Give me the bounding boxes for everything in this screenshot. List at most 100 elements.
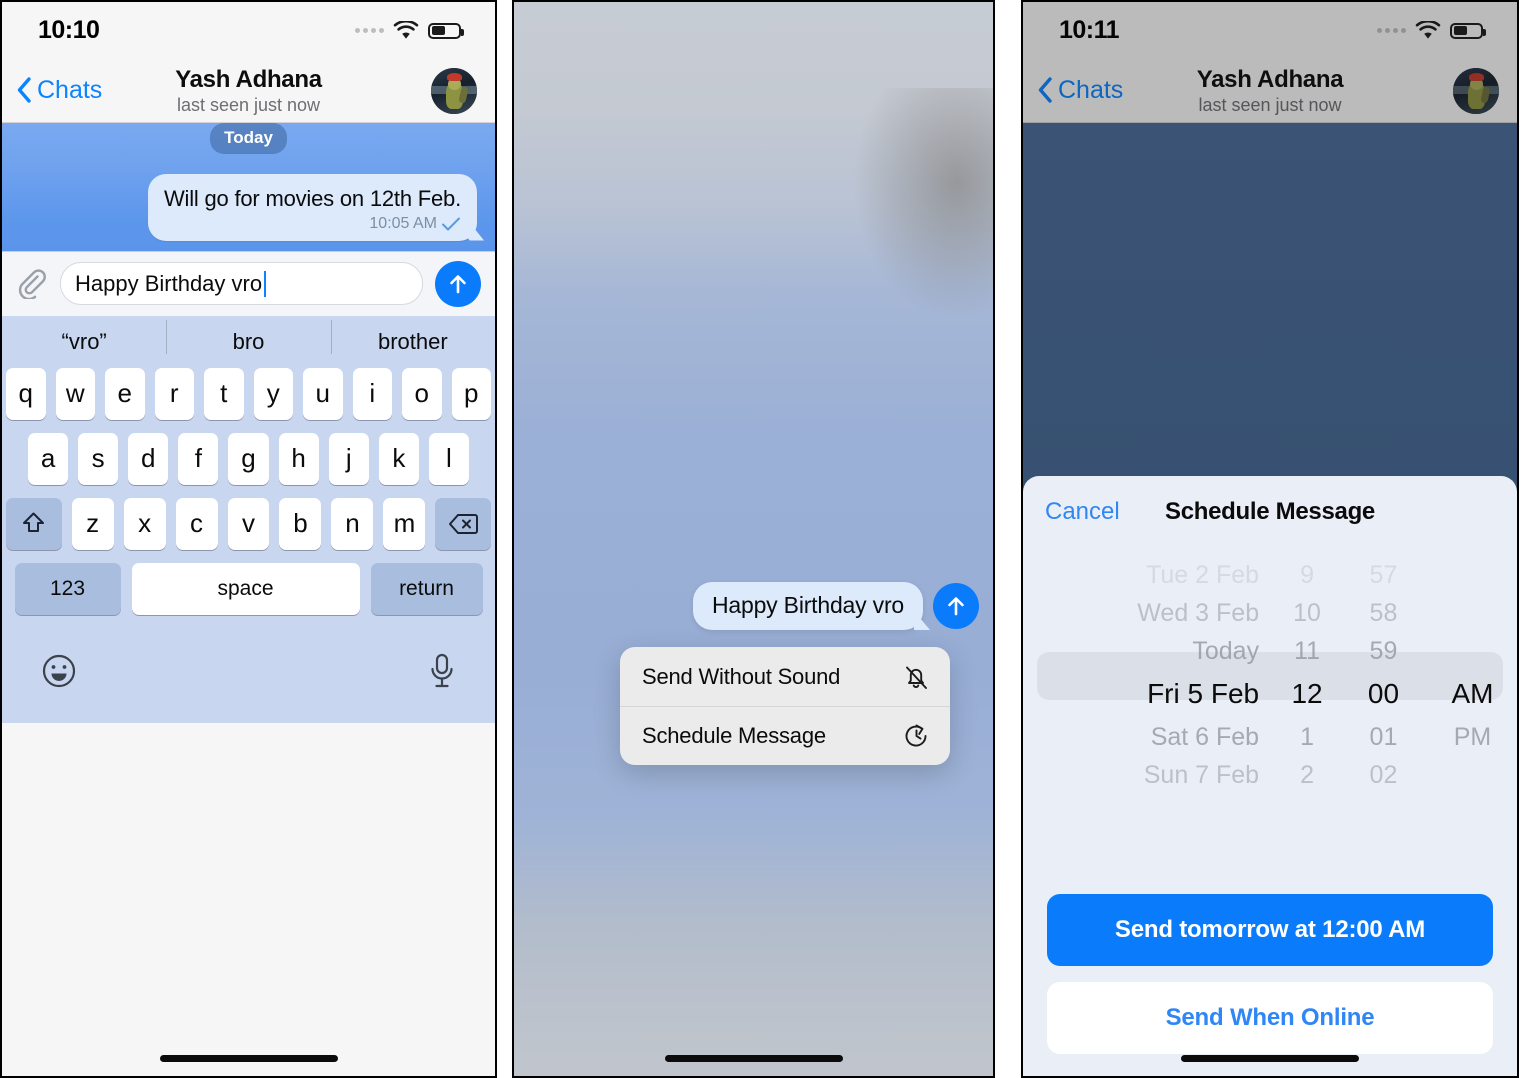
status-bar: 10:11 [1023, 2, 1517, 59]
shift-key[interactable] [5, 497, 62, 550]
key-z[interactable]: z [71, 497, 114, 550]
backspace-key[interactable] [435, 497, 492, 550]
compose-preview-bubble: Happy Birthday vro [693, 582, 923, 630]
picker-row[interactable]: Tue 2 Feb 9 57 [1023, 556, 1517, 594]
wifi-icon [1415, 21, 1441, 39]
dictation-button[interactable] [427, 652, 457, 695]
key-w[interactable]: w [55, 367, 95, 420]
outgoing-message-bubble[interactable]: Will go for movies on 12th Feb. 10:05 AM [147, 174, 477, 241]
key-u[interactable]: u [303, 367, 343, 420]
back-to-chats-button[interactable]: Chats [16, 76, 102, 105]
numbers-key[interactable]: 123 [14, 562, 121, 615]
key-p[interactable]: p [451, 367, 491, 420]
cancel-button[interactable]: Cancel [1045, 498, 1120, 526]
picker-date: Tue 2 Feb [1146, 560, 1260, 589]
day-separator: Today [210, 123, 287, 154]
send-when-online-button[interactable]: Send When Online [1047, 982, 1493, 1054]
menu-item-label: Send Without Sound [642, 663, 841, 689]
compose-preview-text: Happy Birthday vro [712, 592, 904, 618]
check-icon [442, 217, 460, 230]
suggestion-1[interactable]: bro [166, 319, 330, 355]
battery-icon [428, 22, 464, 39]
keyboard-row-1: q w e r t y u i o p [2, 367, 495, 420]
message-input-bar: Happy Birthday vro [2, 250, 495, 316]
status-time: 10:10 [38, 16, 100, 44]
home-indicator[interactable] [1181, 1055, 1359, 1062]
send-button[interactable] [435, 260, 481, 307]
home-indicator[interactable] [159, 1055, 338, 1062]
back-label: Chats [37, 76, 103, 104]
key-y[interactable]: y [253, 367, 293, 420]
picker-minute: 00 [1367, 678, 1400, 709]
message-input[interactable]: Happy Birthday vro [60, 262, 423, 305]
picker-row[interactable]: Today 11 59 [1023, 632, 1517, 670]
nav-bar: Chats Yash Adhana last seen just now [1023, 59, 1517, 123]
key-v[interactable]: v [227, 497, 270, 550]
key-i[interactable]: i [352, 367, 392, 420]
avatar[interactable] [1453, 67, 1499, 114]
send-scheduled-button[interactable]: Send tomorrow at 12:00 AM [1047, 894, 1493, 966]
key-m[interactable]: m [383, 497, 426, 550]
datetime-picker[interactable]: Tue 2 Feb 9 57 Wed 3 Feb 10 58 Today 11 [1023, 556, 1517, 786]
key-g[interactable]: g [228, 432, 269, 485]
chevron-left-icon [1038, 76, 1052, 103]
message-row: Will go for movies on 12th Feb. 10:05 AM [2, 174, 495, 241]
picker-date: Fri 5 Feb [1147, 678, 1260, 709]
key-l[interactable]: l [428, 432, 469, 485]
key-h[interactable]: h [278, 432, 319, 485]
message-meta: 10:05 AM [164, 215, 461, 233]
picker-row[interactable]: Sat 6 Feb 1 01 PM [1023, 718, 1517, 756]
key-o[interactable]: o [402, 367, 442, 420]
picker-date: Today [1192, 636, 1260, 665]
message-time: 10:05 AM [369, 214, 437, 232]
key-d[interactable]: d [128, 432, 169, 485]
home-indicator[interactable] [664, 1055, 843, 1062]
message-text: Will go for movies on 12th Feb. [163, 186, 461, 211]
return-key[interactable]: return [370, 562, 483, 615]
chevron-left-icon [17, 76, 31, 103]
panel-gap [995, 0, 1021, 1078]
send-options-context-menu: Send Without Sound Schedule Message [620, 647, 950, 765]
picker-minute: 58 [1369, 598, 1398, 627]
status-time: 10:11 [1059, 16, 1120, 44]
picker-rows: Tue 2 Feb 9 57 Wed 3 Feb 10 58 Today 11 [1023, 556, 1517, 787]
key-t[interactable]: t [204, 367, 244, 420]
menu-item-send-without-sound[interactable]: Send Without Sound [620, 647, 950, 706]
blurred-backdrop [514, 2, 993, 1076]
attach-button[interactable] [14, 268, 48, 299]
emoji-icon [42, 654, 76, 688]
emoji-button[interactable] [40, 652, 78, 695]
panel-send-options-menu: Happy Birthday vro Send Without Sound Sc… [512, 0, 995, 1078]
avatar[interactable] [431, 67, 477, 114]
message-input-value: Happy Birthday vro [75, 270, 263, 296]
battery-icon [1450, 22, 1486, 39]
key-e[interactable]: e [105, 367, 145, 420]
key-j[interactable]: j [328, 432, 369, 485]
picker-row[interactable]: Sun 7 Feb 2 02 [1023, 756, 1517, 787]
picker-row-selected[interactable]: Fri 5 Feb 12 00 AM [1023, 670, 1517, 718]
clock-arrow-icon [905, 724, 927, 747]
key-k[interactable]: k [378, 432, 419, 485]
picker-ampm: AM [1451, 678, 1494, 709]
key-n[interactable]: n [331, 497, 374, 550]
key-r[interactable]: r [154, 367, 194, 420]
sheet-actions: Send tomorrow at 12:00 AM Send When Onli… [1023, 894, 1517, 1076]
key-s[interactable]: s [78, 432, 119, 485]
key-b[interactable]: b [279, 497, 322, 550]
back-label: Chats [1058, 76, 1124, 104]
key-c[interactable]: c [175, 497, 218, 550]
three-panel-screenshot: 10:10 Chats Yash Adhana last seen just n… [0, 0, 1524, 1078]
send-button[interactable] [933, 583, 979, 629]
suggestion-0[interactable]: “vro” [2, 329, 166, 355]
back-to-chats-button[interactable]: Chats [1037, 76, 1123, 105]
key-x[interactable]: x [123, 497, 166, 550]
menu-item-label: Schedule Message [642, 723, 826, 748]
picker-row[interactable]: Wed 3 Feb 10 58 [1023, 594, 1517, 632]
key-f[interactable]: f [178, 432, 219, 485]
suggestion-2[interactable]: brother [330, 319, 495, 355]
space-key[interactable]: space [131, 562, 360, 615]
key-q[interactable]: q [6, 367, 46, 420]
picker-hour: 12 [1291, 678, 1323, 709]
key-a[interactable]: a [28, 432, 69, 485]
menu-item-schedule-message[interactable]: Schedule Message [620, 706, 950, 765]
